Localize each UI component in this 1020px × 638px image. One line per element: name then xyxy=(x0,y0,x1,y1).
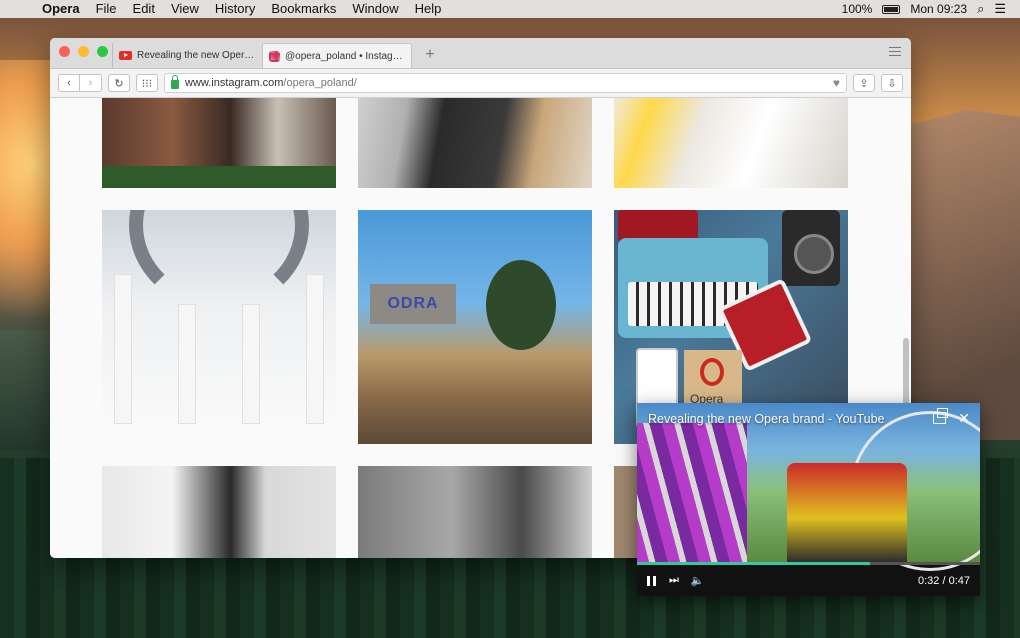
spotlight-search-icon[interactable]: ⌕ xyxy=(977,1,984,17)
system-menubar: Opera File Edit View History Bookmarks W… xyxy=(0,0,1020,18)
menubar-status-area: 100% Mon 09:23 ⌕ ☰ xyxy=(842,1,1020,17)
tab-title: @opera_poland • Instagram p xyxy=(285,50,405,62)
camera-shape xyxy=(782,210,840,286)
download-icon[interactable]: ⇩ xyxy=(881,74,903,92)
next-track-icon[interactable]: ⏭ xyxy=(669,574,679,587)
battery-percent: 100% xyxy=(841,2,873,16)
lock-icon xyxy=(171,75,179,89)
video-time: 0:32 / 0:47 xyxy=(918,574,970,587)
sketchbook-desk-photo[interactable] xyxy=(614,98,848,188)
address-toolbar: ‹ › ↻ ⁝⁝⁝ www.instagram.com/opera_poland… xyxy=(50,69,911,98)
video-frame[interactable] xyxy=(637,403,980,571)
menu-edit[interactable]: Edit xyxy=(125,0,163,18)
volume-icon[interactable]: 🔈 xyxy=(691,574,705,587)
menu-window[interactable]: Window xyxy=(344,0,406,18)
graffiti-wall: ODRA xyxy=(370,284,456,324)
back-button[interactable]: ‹ xyxy=(58,74,80,92)
opera-logo-icon xyxy=(700,358,724,386)
url-domain: www.instagram.com xyxy=(185,77,284,89)
column-shape xyxy=(114,274,132,424)
menu-help[interactable]: Help xyxy=(407,0,450,18)
share-icon[interactable]: ⇪ xyxy=(853,74,875,92)
bakery-kitchen-photo[interactable] xyxy=(102,98,336,188)
close-window-button[interactable] xyxy=(59,46,70,57)
museum-hall-photo[interactable] xyxy=(102,210,336,444)
address-bar[interactable]: www.instagram.com/opera_poland/ ♥ xyxy=(164,73,847,93)
riverside-bar-photo[interactable]: ODRA xyxy=(358,210,592,444)
tab-youtube[interactable]: Revealing the new Opera brand xyxy=(112,43,262,68)
menu-file[interactable]: File xyxy=(88,0,125,18)
menubar-clock[interactable]: Mon 09:23 xyxy=(910,2,967,16)
coaster-track xyxy=(637,423,747,563)
reload-button[interactable]: ↻ xyxy=(108,74,130,92)
menu-history[interactable]: History xyxy=(207,0,263,18)
youtube-icon xyxy=(119,51,132,60)
person-at-desk-photo[interactable] xyxy=(358,98,592,188)
pause-icon[interactable] xyxy=(647,575,657,586)
tab-menu-icon[interactable] xyxy=(889,47,901,59)
minimize-window-button[interactable] xyxy=(78,46,89,57)
coaster-car xyxy=(787,463,907,563)
new-tab-button[interactable]: + xyxy=(418,43,442,67)
column-shape xyxy=(178,304,196,424)
video-popout-player[interactable]: Revealing the new Opera brand - YouTube … xyxy=(637,403,980,596)
menu-bookmarks[interactable]: Bookmarks xyxy=(263,0,344,18)
forward-button[interactable]: › xyxy=(80,74,102,92)
app-menu[interactable]: Opera xyxy=(34,0,88,18)
video-top-controls: ✕ xyxy=(933,408,970,427)
tab-title: Revealing the new Opera brand xyxy=(137,50,256,61)
video-controls: ⏭ 🔈 0:32 / 0:47 xyxy=(637,565,980,596)
battery-icon[interactable] xyxy=(882,4,901,14)
url-text: www.instagram.com/opera_poland/ xyxy=(185,77,357,89)
tab-strip: Revealing the new Opera brand @opera_pol… xyxy=(50,38,911,69)
column-shape xyxy=(242,304,260,424)
arch-shape xyxy=(129,210,309,310)
speed-dial-button[interactable]: ⁝⁝⁝ xyxy=(136,74,158,92)
video-title: Revealing the new Opera brand - YouTube xyxy=(648,412,885,426)
heart-icon[interactable]: ♥ xyxy=(833,76,840,90)
tree-shape xyxy=(486,260,556,350)
window-studio-photo[interactable] xyxy=(102,466,336,558)
wine-glass-photo[interactable] xyxy=(358,466,592,558)
url-path: /opera_poland/ xyxy=(283,77,357,89)
column-shape xyxy=(306,274,324,424)
notification-center-icon[interactable]: ☰ xyxy=(994,1,1006,17)
return-to-tab-icon[interactable] xyxy=(933,408,949,424)
history-nav: ‹ › xyxy=(58,74,102,92)
menu-view[interactable]: View xyxy=(163,0,207,18)
close-icon[interactable]: ✕ xyxy=(958,410,970,427)
instagram-icon xyxy=(269,50,280,62)
tab-instagram[interactable]: @opera_poland • Instagram p xyxy=(262,43,412,68)
window-controls xyxy=(59,46,108,57)
zoom-window-button[interactable] xyxy=(97,46,108,57)
